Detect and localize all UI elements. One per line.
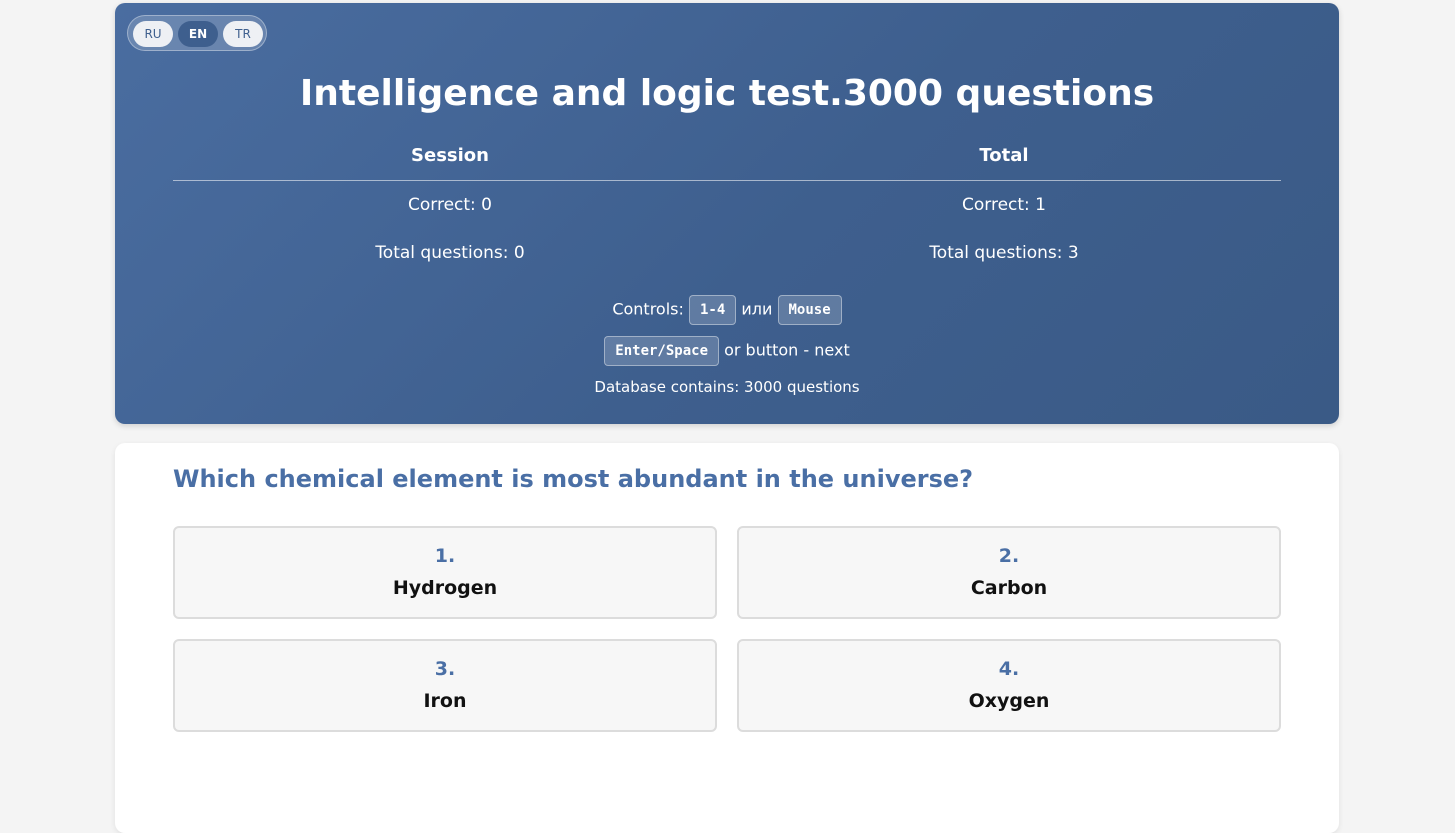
header-card: RU EN TR Intelligence and logic test.300…	[115, 3, 1339, 424]
total-column-header: Total	[979, 145, 1029, 166]
answer-number: 1.	[434, 545, 456, 567]
key-numbers: 1-4	[688, 295, 737, 325]
key-mouse: Mouse	[777, 295, 842, 325]
controls-label: Controls:	[612, 299, 684, 319]
database-info: Database contains: 3000 questions	[594, 378, 860, 396]
answer-text: Carbon	[970, 577, 1048, 599]
session-total-questions: Total questions: 0	[375, 243, 525, 263]
answer-text: Oxygen	[968, 690, 1050, 712]
question-card: Which chemical element is most abundant …	[115, 443, 1339, 833]
lang-button-en[interactable]: EN	[178, 21, 218, 47]
answer-option-2[interactable]: 2. Carbon	[737, 526, 1281, 619]
answer-number: 4.	[998, 658, 1020, 680]
question-text: Which chemical element is most abundant …	[173, 465, 974, 493]
total-total-questions: Total questions: 3	[929, 243, 1079, 263]
key-enter-space: Enter/Space	[604, 336, 719, 366]
stats-table: Session Total Correct: 0 Correct: 1 Tota…	[173, 143, 1281, 277]
lang-button-ru[interactable]: RU	[133, 21, 173, 47]
answer-option-3[interactable]: 3. Iron	[173, 639, 717, 732]
controls-or-word: или	[741, 299, 773, 319]
session-correct: Correct: 0	[408, 195, 492, 215]
total-correct: Correct: 1	[962, 195, 1046, 215]
controls-hint-line-2: Enter/Space or button - next	[115, 336, 1339, 366]
language-switcher: RU EN TR	[127, 15, 267, 51]
answer-number: 3.	[434, 658, 456, 680]
session-column-header: Session	[411, 145, 489, 166]
controls-next-text: or button - next	[724, 340, 850, 360]
stats-questions-row: Total questions: 0 Total questions: 3	[173, 229, 1281, 277]
lang-button-tr[interactable]: TR	[223, 21, 263, 47]
page-title: Intelligence and logic test.3000 questio…	[299, 73, 1155, 114]
controls-hint-line-1: Controls: 1-4 или Mouse	[115, 295, 1339, 325]
answer-option-1[interactable]: 1. Hydrogen	[173, 526, 717, 619]
answer-number: 2.	[998, 545, 1020, 567]
answer-text: Hydrogen	[392, 577, 498, 599]
stats-header-row: Session Total	[173, 143, 1281, 181]
stats-correct-row: Correct: 0 Correct: 1	[173, 181, 1281, 229]
answer-option-4[interactable]: 4. Oxygen	[737, 639, 1281, 732]
answer-text: Iron	[423, 690, 467, 712]
